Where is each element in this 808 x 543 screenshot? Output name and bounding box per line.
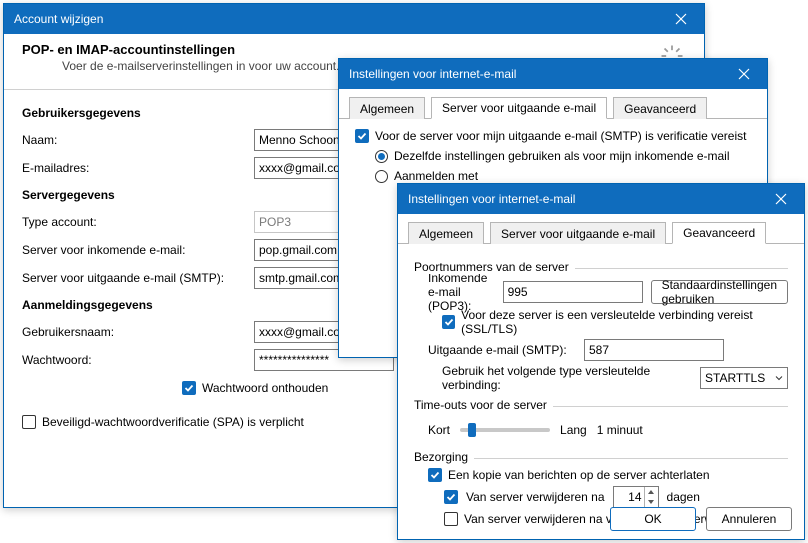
password-label: Wachtwoord:: [22, 353, 246, 367]
timeout-short-label: Kort: [428, 423, 450, 437]
checkbox-icon: [428, 468, 442, 482]
remove-after-days-checkbox[interactable]: Van server verwijderen na 14 dagen: [444, 486, 788, 508]
outgoing-port-input[interactable]: [584, 339, 724, 361]
tab-outgoing-server[interactable]: Server voor uitgaande e-mail: [431, 97, 607, 119]
smtp-auth-required-label: Voor de server voor mijn uitgaande e-mai…: [375, 129, 746, 143]
tab-advanced[interactable]: Geavanceerd: [672, 222, 766, 244]
name-label: Naam:: [22, 133, 246, 147]
use-defaults-button[interactable]: Standaardinstellingen gebruiken: [651, 280, 788, 304]
incoming-port-input[interactable]: [503, 281, 643, 303]
checkbox-icon: [442, 315, 455, 329]
checkbox-icon: [444, 490, 458, 504]
dialog-heading: POP- en IMAP-accountinstellingen: [22, 42, 339, 57]
remove-after-days-post-label: dagen: [667, 490, 700, 504]
login-with-radio[interactable]: Aanmelden met: [375, 169, 751, 183]
timeout-slider[interactable]: [460, 428, 550, 432]
slider-thumb-icon: [468, 423, 476, 437]
ssl-required-label: Voor deze server is een versleutelde ver…: [461, 308, 788, 336]
dialog-title: Account wijzigen: [14, 12, 664, 26]
encryption-type-label: Gebruik het volgende type versleutelde v…: [442, 364, 692, 392]
close-button[interactable]: [664, 8, 698, 30]
chevron-down-icon: [775, 374, 783, 382]
outgoing-port-label: Uitgaande e-mail (SMTP):: [428, 343, 576, 357]
section-delivery: Bezorging: [414, 450, 788, 464]
use-same-settings-radio[interactable]: Dezelfde instellingen gebruiken als voor…: [375, 149, 751, 163]
tab-outgoing-server[interactable]: Server voor uitgaande e-mail: [490, 222, 666, 244]
days-value: 14: [614, 490, 644, 504]
login-with-label: Aanmelden met: [394, 169, 478, 183]
dialog-footer: OK Annuleren: [610, 507, 792, 531]
incoming-port-label: Inkomende e-mail (POP3):: [428, 271, 495, 313]
checkbox-icon: [444, 512, 458, 526]
days-spinner[interactable]: 14: [613, 486, 659, 508]
tab-bar: Algemeen Server voor uitgaande e-mail Ge…: [398, 214, 804, 244]
leave-copy-label: Een kopie van berichten op de server ach…: [448, 468, 710, 482]
leave-copy-checkbox[interactable]: Een kopie van berichten op de server ach…: [428, 468, 788, 482]
tab-general[interactable]: Algemeen: [349, 97, 425, 119]
checkbox-icon: [182, 381, 196, 395]
timeout-long-label: Lang: [560, 423, 587, 437]
use-same-settings-label: Dezelfde instellingen gebruiken als voor…: [394, 149, 730, 163]
dialog-title: Instellingen voor internet-e-mail: [408, 192, 764, 206]
close-button[interactable]: [764, 188, 798, 210]
radio-icon: [375, 170, 388, 183]
spa-checkbox[interactable]: Beveiligd-wachtwoordverificatie (SPA) is…: [22, 415, 304, 429]
titlebar: Instellingen voor internet-e-mail: [398, 184, 804, 214]
username-label: Gebruikersnaam:: [22, 325, 246, 339]
email-label: E-mailadres:: [22, 161, 246, 175]
remove-after-days-pre-label: Van server verwijderen na: [466, 490, 605, 504]
ssl-required-checkbox[interactable]: Voor deze server is een versleutelde ver…: [442, 308, 788, 336]
smtp-auth-required-checkbox[interactable]: Voor de server voor mijn uitgaande e-mai…: [355, 129, 751, 143]
section-timeouts: Time-outs voor de server: [414, 398, 788, 412]
close-icon: [775, 193, 787, 205]
dialog-title: Instellingen voor internet-e-mail: [349, 67, 727, 81]
dialog-subheading: Voer de e-mailserverinstellingen in voor…: [62, 59, 339, 73]
checkbox-icon: [22, 415, 36, 429]
tab-advanced[interactable]: Geavanceerd: [613, 97, 707, 119]
radio-icon: [375, 150, 388, 163]
close-icon: [675, 13, 687, 25]
spinner-up-icon[interactable]: [645, 487, 658, 497]
internet-email-settings-dialog-advanced: Instellingen voor internet-e-mail Algeme…: [397, 183, 805, 540]
cancel-button[interactable]: Annuleren: [706, 507, 792, 531]
tab-general[interactable]: Algemeen: [408, 222, 484, 244]
close-button[interactable]: [727, 63, 761, 85]
ok-button[interactable]: OK: [610, 507, 696, 531]
remember-password-checkbox[interactable]: Wachtwoord onthouden: [182, 381, 328, 395]
remember-password-label: Wachtwoord onthouden: [202, 381, 328, 395]
account-type-label: Type account:: [22, 215, 246, 229]
close-icon: [738, 68, 750, 80]
outgoing-server-label: Server voor uitgaande e-mail (SMTP):: [22, 271, 246, 285]
encryption-type-select[interactable]: STARTTLS: [700, 367, 788, 389]
spa-label: Beveiligd-wachtwoordverificatie (SPA) is…: [42, 415, 304, 429]
tab-bar: Algemeen Server voor uitgaande e-mail Ge…: [339, 89, 767, 119]
section-server-ports: Poortnummers van de server: [414, 260, 788, 274]
titlebar: Account wijzigen: [4, 4, 704, 34]
timeout-value: 1 minuut: [597, 423, 643, 437]
checkbox-icon: [355, 129, 369, 143]
encryption-type-value: STARTTLS: [705, 371, 765, 385]
spinner-down-icon[interactable]: [645, 497, 658, 507]
titlebar: Instellingen voor internet-e-mail: [339, 59, 767, 89]
incoming-server-label: Server voor inkomende e-mail:: [22, 243, 246, 257]
